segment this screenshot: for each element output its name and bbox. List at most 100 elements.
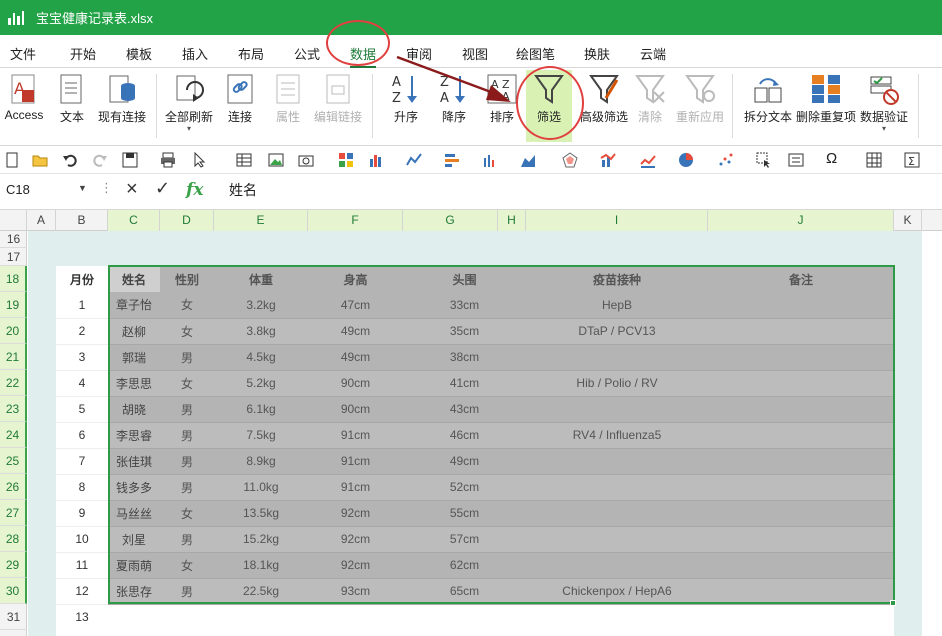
cell-vaccine[interactable]	[526, 344, 708, 371]
cell-name[interactable]: 李思睿	[108, 422, 160, 449]
connections-button[interactable]: 连接	[222, 70, 258, 142]
stock-chart-icon[interactable]	[640, 152, 656, 168]
fill-handle[interactable]	[890, 600, 896, 606]
properties-button[interactable]: 属性	[270, 70, 306, 142]
header-head[interactable]: 头围	[403, 266, 526, 292]
cell-head[interactable]: 65cm	[403, 578, 526, 605]
header-height[interactable]: 身高	[308, 266, 403, 292]
cell-weight[interactable]: 18.1kg	[214, 552, 308, 579]
cell-month[interactable]: 11	[56, 552, 108, 579]
header-gender[interactable]: 性别	[160, 266, 214, 292]
row-header[interactable]: 21	[0, 344, 27, 370]
tab-layout[interactable]: 布局	[238, 44, 264, 63]
edit-links-button[interactable]: 编辑链接	[312, 70, 364, 142]
cell-vaccine[interactable]: Hib / Polio / RV	[526, 370, 708, 397]
name-box[interactable]: C18	[6, 182, 30, 197]
cell-notes[interactable]	[708, 474, 894, 501]
cell-head[interactable]: 38cm	[403, 344, 526, 371]
cell-height[interactable]: 90cm	[308, 370, 403, 397]
column-header[interactable]: K	[894, 210, 922, 231]
formula-input[interactable]: 姓名	[229, 180, 257, 200]
cell-gender[interactable]: 女	[160, 370, 214, 397]
row-header[interactable]: 20	[0, 318, 27, 344]
cell-height[interactable]: 92cm	[308, 526, 403, 553]
cell-name[interactable]: 李思思	[108, 370, 160, 397]
cell-name[interactable]: 刘星	[108, 526, 160, 553]
column-header[interactable]: C	[108, 210, 160, 231]
cell-weight[interactable]: 13.5kg	[214, 500, 308, 527]
sum-formula-icon[interactable]: Σ	[904, 152, 920, 168]
cell-month[interactable]: 2	[56, 318, 108, 345]
pie-chart-icon[interactable]	[678, 152, 694, 168]
cell-vaccine[interactable]	[526, 552, 708, 579]
row-header[interactable]: 24	[0, 422, 27, 448]
row-header[interactable]: 22	[0, 370, 27, 396]
cell-head[interactable]: 43cm	[403, 396, 526, 423]
cell-gender[interactable]: 男	[160, 422, 214, 449]
select-all-corner[interactable]	[0, 210, 27, 231]
cell-height[interactable]: 92cm	[308, 500, 403, 527]
shapes-icon[interactable]	[338, 152, 354, 168]
column-header[interactable]: A	[27, 210, 56, 231]
cell-vaccine[interactable]: HepB	[526, 292, 708, 319]
cell-weight[interactable]: 22.5kg	[214, 578, 308, 605]
row-header[interactable]: 16	[0, 231, 27, 248]
scatter-chart-icon[interactable]	[718, 152, 734, 168]
tab-cloud[interactable]: 云端	[640, 44, 666, 63]
save-icon[interactable]	[122, 152, 138, 168]
new-document-icon[interactable]	[4, 152, 20, 168]
cell-height[interactable]: 91cm	[308, 448, 403, 475]
cell-name[interactable]: 张佳琪	[108, 448, 160, 475]
redo-icon[interactable]	[92, 152, 108, 168]
undo-icon[interactable]	[62, 152, 78, 168]
open-folder-icon[interactable]	[32, 152, 48, 168]
picture-icon[interactable]	[268, 152, 284, 168]
cell-weight[interactable]: 15.2kg	[214, 526, 308, 553]
bar-chart-icon[interactable]	[444, 152, 460, 168]
pointer-icon[interactable]	[192, 152, 208, 168]
cell-month[interactable]: 4	[56, 370, 108, 397]
clear-filter-button[interactable]: 清除	[632, 70, 668, 142]
existing-connections-button[interactable]: 现有连接	[96, 70, 148, 142]
cancel-icon[interactable]: ×	[126, 178, 138, 201]
cell-height[interactable]: 47cm	[308, 292, 403, 319]
row-header[interactable]: 26	[0, 474, 27, 500]
cell-notes[interactable]	[708, 422, 894, 449]
refresh-all-button[interactable]: 全部刷新 ▾	[164, 70, 214, 142]
cell-weight[interactable]: 5.2kg	[214, 370, 308, 397]
header-vaccine[interactable]: 疫苗接种	[526, 266, 708, 292]
cell-name[interactable]: 张思存	[108, 578, 160, 605]
cell-gender[interactable]: 男	[160, 448, 214, 475]
cell-height[interactable]: 49cm	[308, 344, 403, 371]
cell-head[interactable]: 57cm	[403, 526, 526, 553]
column-header[interactable]: I	[526, 210, 708, 231]
cell-gender[interactable]: 女	[160, 500, 214, 527]
row-header[interactable]: 19	[0, 292, 27, 318]
select-icon[interactable]	[756, 152, 772, 168]
cell-vaccine[interactable]	[526, 474, 708, 501]
cell-name[interactable]: 胡晓	[108, 396, 160, 423]
cell-vaccine[interactable]	[526, 526, 708, 553]
cell-weight[interactable]: 3.2kg	[214, 292, 308, 319]
cell-weight[interactable]: 6.1kg	[214, 396, 308, 423]
cell-head[interactable]: 62cm	[403, 552, 526, 579]
cell-gender[interactable]: 男	[160, 396, 214, 423]
tab-home[interactable]: 开始	[70, 44, 96, 63]
cell-weight[interactable]: 7.5kg	[214, 422, 308, 449]
column-chart-icon[interactable]	[368, 152, 384, 168]
row-header[interactable]: 30	[0, 578, 27, 604]
column-header[interactable]: F	[308, 210, 403, 231]
radar-chart-icon[interactable]	[562, 152, 578, 168]
cell-empty[interactable]	[108, 604, 894, 630]
column-header[interactable]: D	[160, 210, 214, 231]
cell-gender[interactable]: 女	[160, 318, 214, 345]
split-text-button[interactable]: 拆分文本	[742, 70, 794, 142]
cell-notes[interactable]	[708, 344, 894, 371]
header-weight[interactable]: 体重	[214, 266, 308, 292]
cell-month[interactable]: 1	[56, 292, 108, 319]
row-header[interactable]: 27	[0, 500, 27, 526]
cell-notes[interactable]	[708, 578, 894, 605]
column-header[interactable]: H	[498, 210, 526, 231]
row-header[interactable]: 23	[0, 396, 27, 422]
cell-month[interactable]: 12	[56, 578, 108, 605]
